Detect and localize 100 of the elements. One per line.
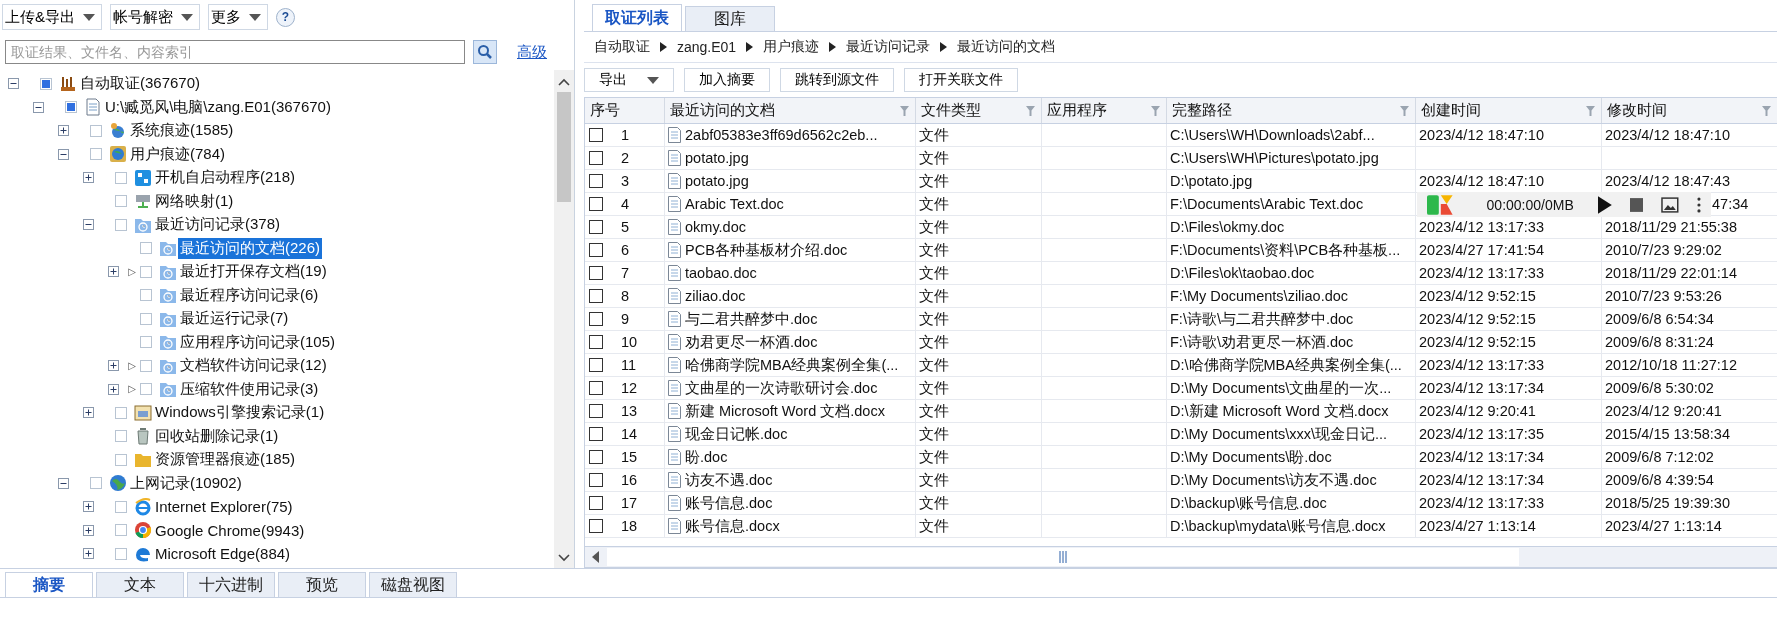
tree-item[interactable]: 上网记录(10902) bbox=[128, 472, 244, 494]
tree-item[interactable]: 系统痕迹(1585) bbox=[128, 120, 236, 142]
tree-item[interactable]: 压缩软件使用记录(3) bbox=[178, 378, 321, 400]
row-checkbox[interactable] bbox=[589, 496, 603, 510]
tree-item[interactable]: 应用程序访问记录(105) bbox=[178, 331, 338, 353]
expander-icon[interactable] bbox=[58, 477, 69, 489]
scroll-left-icon[interactable] bbox=[592, 551, 600, 563]
tree-item[interactable]: 网络映射(1) bbox=[153, 190, 236, 212]
tree-item[interactable]: 最近访问的文档(226) bbox=[178, 237, 323, 259]
breadcrumb-item[interactable]: 自动取证 bbox=[594, 38, 650, 56]
row-checkbox[interactable] bbox=[589, 289, 603, 303]
tab[interactable]: 磁盘视图 bbox=[369, 572, 457, 597]
action-button[interactable]: 加入摘要 bbox=[684, 68, 770, 92]
more-icon[interactable] bbox=[1697, 196, 1701, 213]
breadcrumb-item[interactable]: 最近访问的文档 bbox=[957, 38, 1056, 56]
row-checkbox[interactable] bbox=[589, 404, 603, 418]
row-checkbox[interactable] bbox=[589, 151, 603, 165]
scroll-down-icon[interactable] bbox=[558, 554, 570, 562]
tree-checkbox[interactable] bbox=[90, 148, 102, 161]
column-header[interactable]: 文件类型 bbox=[916, 98, 1042, 123]
expander-icon[interactable] bbox=[83, 524, 94, 536]
tree-checkbox[interactable] bbox=[140, 336, 152, 349]
column-header[interactable]: 最近访问的文档 bbox=[665, 98, 916, 123]
tree-item[interactable]: 回收站删除记录(1) bbox=[153, 425, 281, 447]
row-checkbox[interactable] bbox=[589, 220, 603, 234]
tab[interactable]: 十六进制 bbox=[187, 572, 275, 597]
breadcrumb-item[interactable]: zang.E01 bbox=[677, 39, 737, 55]
search-button[interactable] bbox=[473, 40, 497, 64]
row-checkbox[interactable] bbox=[589, 450, 603, 464]
menu-button[interactable]: 更多 bbox=[208, 4, 268, 30]
action-button[interactable]: 打开关联文件 bbox=[904, 68, 1018, 92]
expander-icon[interactable] bbox=[108, 266, 119, 278]
column-header[interactable]: 创建时间 bbox=[1416, 98, 1602, 123]
tree-item[interactable]: 最近运行记录(7) bbox=[178, 308, 291, 330]
row-checkbox[interactable] bbox=[589, 473, 603, 487]
tree-item[interactable]: 用户痕迹(784) bbox=[128, 143, 228, 165]
tree-checkbox[interactable] bbox=[140, 359, 152, 372]
tree-checkbox[interactable] bbox=[40, 77, 52, 90]
search-field[interactable]: 取证结果、文件名、内容索引 bbox=[5, 40, 465, 64]
menu-button[interactable]: 上传&导出 bbox=[2, 4, 102, 30]
stop-icon[interactable] bbox=[1629, 197, 1644, 212]
expander-icon[interactable] bbox=[108, 383, 119, 395]
scrollbar[interactable] bbox=[585, 546, 1777, 567]
expander-icon[interactable] bbox=[83, 172, 94, 184]
row-checkbox[interactable] bbox=[589, 197, 603, 211]
play-icon[interactable] bbox=[1597, 195, 1612, 214]
tab[interactable]: 文本 bbox=[96, 572, 184, 597]
tree-checkbox[interactable] bbox=[115, 406, 127, 419]
tree-item[interactable]: Windows引擎搜索记录(1) bbox=[153, 402, 327, 424]
action-button[interactable]: 跳转到源文件 bbox=[780, 68, 894, 92]
column-header[interactable]: 完整路径 bbox=[1167, 98, 1416, 123]
tree-checkbox[interactable] bbox=[140, 383, 152, 396]
column-header[interactable]: 修改时间 bbox=[1602, 98, 1777, 123]
row-checkbox[interactable] bbox=[589, 427, 603, 441]
tree-checkbox[interactable] bbox=[115, 547, 127, 560]
expander-icon[interactable] bbox=[8, 78, 19, 90]
expander-icon[interactable] bbox=[33, 101, 44, 113]
expander-icon[interactable] bbox=[83, 501, 94, 513]
tree-checkbox[interactable] bbox=[115, 430, 127, 443]
tree-checkbox[interactable] bbox=[140, 242, 152, 255]
tab[interactable]: 图库 bbox=[685, 6, 775, 31]
breadcrumb-item[interactable]: 最近访问记录 bbox=[846, 38, 931, 56]
tree-item[interactable]: Google Chrome(9943) bbox=[153, 520, 307, 540]
row-checkbox[interactable] bbox=[589, 266, 603, 280]
row-checkbox[interactable] bbox=[589, 174, 603, 188]
column-header[interactable]: 序号 bbox=[585, 98, 665, 123]
tree-item[interactable]: 最近打开保存文档(19) bbox=[178, 261, 329, 283]
expander-icon[interactable] bbox=[83, 219, 94, 231]
row-checkbox[interactable] bbox=[589, 128, 603, 142]
tab[interactable]: 取证列表 bbox=[592, 4, 682, 31]
tree-item[interactable]: 资源管理器痕迹(185) bbox=[153, 449, 298, 471]
row-checkbox[interactable] bbox=[589, 243, 603, 257]
scroll-up-icon[interactable] bbox=[558, 78, 570, 86]
tree-checkbox[interactable] bbox=[115, 500, 127, 513]
tree-item[interactable]: Microsoft Edge(884) bbox=[153, 544, 293, 564]
scroll-thumb[interactable] bbox=[557, 92, 571, 202]
row-checkbox[interactable] bbox=[589, 519, 603, 533]
tree-item[interactable]: 最近程序访问记录(6) bbox=[178, 284, 321, 306]
action-button[interactable]: 导出 bbox=[584, 68, 674, 92]
tree-checkbox[interactable] bbox=[115, 218, 127, 231]
tree-checkbox[interactable] bbox=[140, 312, 152, 325]
tree-checkbox[interactable] bbox=[90, 477, 102, 490]
tree-checkbox[interactable] bbox=[90, 124, 102, 137]
tab[interactable]: 预览 bbox=[278, 572, 366, 597]
advanced-link[interactable]: 高级 bbox=[517, 42, 547, 62]
tree-item[interactable]: U:\臧觅风\电脑\zang.E01(367670) bbox=[103, 96, 333, 118]
expander-icon[interactable] bbox=[108, 360, 119, 372]
expander-icon[interactable] bbox=[83, 407, 94, 419]
row-checkbox[interactable] bbox=[589, 358, 603, 372]
tree-item[interactable]: Internet Explorer(75) bbox=[153, 497, 295, 517]
row-checkbox[interactable] bbox=[589, 312, 603, 326]
tab[interactable]: 摘要 bbox=[5, 572, 93, 597]
scrollbar[interactable] bbox=[554, 70, 574, 568]
tree-item[interactable]: 文档软件访问记录(12) bbox=[178, 355, 329, 377]
expander-icon[interactable] bbox=[58, 125, 69, 137]
tree-checkbox[interactable] bbox=[115, 171, 127, 184]
image-icon[interactable] bbox=[1661, 196, 1680, 213]
tree-checkbox[interactable] bbox=[65, 101, 77, 114]
breadcrumb-item[interactable]: 用户痕迹 bbox=[763, 38, 820, 56]
tree-item[interactable]: 自动取证(367670) bbox=[78, 73, 203, 95]
